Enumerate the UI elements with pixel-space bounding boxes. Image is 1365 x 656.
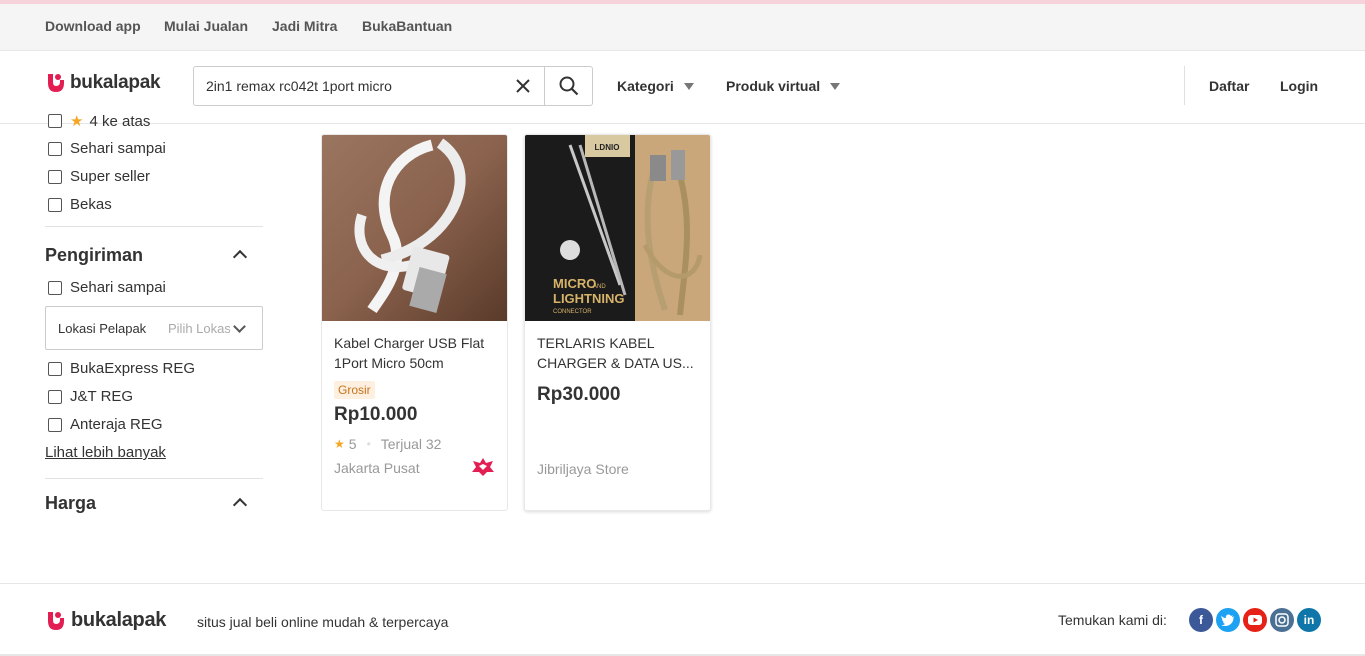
package-label-micro: MICRO xyxy=(553,276,596,291)
filter-bekas[interactable]: Bekas xyxy=(48,196,112,213)
bukalapak-logo-icon xyxy=(48,611,64,630)
filter-bukaexpress-reg[interactable]: BukaExpress REG xyxy=(48,360,195,377)
see-more-link[interactable]: Lihat lebih banyak xyxy=(45,444,166,461)
product-image[interactable] xyxy=(322,135,507,321)
store-name: Jibriljaya Store xyxy=(537,461,629,477)
product-image[interactable]: LDNIO MICRO AND LIGHTNING CONNECTOR xyxy=(525,135,710,321)
package-label-connector: CONNECTOR xyxy=(553,309,592,315)
caret-down-icon xyxy=(830,82,841,90)
download-app-link[interactable]: Download app xyxy=(45,18,141,34)
product-name[interactable]: Kabel Charger USB Flat 1Port Micro 50cm xyxy=(334,333,496,373)
section-divider xyxy=(45,478,263,479)
separator-dot: • xyxy=(366,437,371,451)
checkbox[interactable] xyxy=(48,389,62,404)
chevron-up-icon[interactable] xyxy=(232,249,248,265)
package-brand-text: LDNIO xyxy=(595,143,620,152)
bukabantuan-link[interactable]: BukaBantuan xyxy=(362,18,452,34)
header-divider xyxy=(1184,66,1185,105)
filter-pengiriman-sehari-sampai[interactable]: Sehari sampai xyxy=(48,279,166,296)
pengiriman-section-title: Pengiriman xyxy=(45,245,144,265)
section-divider xyxy=(45,226,263,227)
footer-bukalapak-logo[interactable]: bukalapak xyxy=(45,609,166,632)
location-select[interactable]: Lokasi Pelapak Pilih Lokasi xyxy=(45,306,263,350)
checkbox[interactable] xyxy=(48,114,62,128)
twitter-icon[interactable] xyxy=(1216,608,1240,632)
youtube-icon[interactable] xyxy=(1243,608,1267,632)
package-label-lightning: LIGHTNING xyxy=(553,291,625,306)
super-seller-badge-icon xyxy=(472,458,494,476)
grosir-badge: Grosir xyxy=(334,381,375,399)
search-icon xyxy=(559,76,578,96)
checkbox[interactable] xyxy=(48,197,62,212)
product-card[interactable]: Kabel Charger USB Flat 1Port Micro 50cm … xyxy=(321,134,508,511)
star-icon: ★ xyxy=(70,113,84,130)
filter-super-seller[interactable]: Super seller xyxy=(48,168,150,185)
bukalapak-logo[interactable]: bukalapak xyxy=(45,72,161,94)
product-rating: ★ 5 • Terjual 32 xyxy=(334,436,442,452)
caret-down-icon xyxy=(683,82,694,90)
daftar-link[interactable]: Daftar xyxy=(1209,78,1249,94)
filter-jnt-reg[interactable]: J&T REG xyxy=(48,388,133,405)
close-icon xyxy=(516,79,530,93)
mulai-jualan-link[interactable]: Mulai Jualan xyxy=(164,18,248,34)
product-card[interactable]: LDNIO MICRO AND LIGHTNING CONNECTOR TERL… xyxy=(524,134,711,511)
filter-sehari-sampai[interactable]: Sehari sampai xyxy=(48,140,166,157)
header: bukalapak Kategori Produk virtual Daftar… xyxy=(0,51,1365,124)
produk-virtual-dropdown[interactable]: Produk virtual xyxy=(726,78,841,94)
location-placeholder: Pilih Lokasi xyxy=(168,320,230,336)
product-name[interactable]: TERLARIS KABEL CHARGER & DATA US... xyxy=(537,333,699,373)
filter-rating-4-up[interactable]: ★ 4 ke atas xyxy=(48,112,150,130)
kategori-dropdown[interactable]: Kategori xyxy=(617,78,694,94)
product-price: Rp30.000 xyxy=(537,384,621,405)
footer: bukalapak situs jual beli online mudah &… xyxy=(0,583,1365,656)
clear-search-button[interactable] xyxy=(502,67,544,105)
search-bar xyxy=(193,66,593,106)
product-price: Rp10.000 xyxy=(334,404,418,425)
find-us-label: Temukan kami di: xyxy=(1058,612,1167,628)
chevron-down-icon xyxy=(233,320,246,333)
bukalapak-logo-icon xyxy=(48,74,64,92)
harga-section-title: Harga xyxy=(45,493,97,513)
footer-tagline: situs jual beli online mudah & terpercay… xyxy=(197,614,449,630)
top-bar: Download app Mulai Jualan Jadi Mitra Buk… xyxy=(0,4,1365,51)
checkbox[interactable] xyxy=(48,169,62,184)
location-label: Lokasi Pelapak xyxy=(58,320,147,336)
package-label-and: AND xyxy=(593,284,606,290)
checkbox[interactable] xyxy=(48,280,62,295)
login-link[interactable]: Login xyxy=(1280,78,1318,94)
search-button[interactable] xyxy=(544,67,592,105)
linkedin-icon[interactable]: in xyxy=(1297,608,1321,632)
checkbox[interactable] xyxy=(48,417,62,432)
search-input[interactable] xyxy=(194,67,502,105)
checkbox[interactable] xyxy=(48,141,62,156)
checkbox[interactable] xyxy=(48,361,62,376)
jadi-mitra-link[interactable]: Jadi Mitra xyxy=(272,18,337,34)
product-location: Jakarta Pusat xyxy=(334,460,420,476)
star-icon: ★ xyxy=(334,437,345,451)
instagram-icon[interactable] xyxy=(1270,608,1294,632)
facebook-icon[interactable]: f xyxy=(1189,608,1213,632)
filter-anteraja-reg[interactable]: Anteraja REG xyxy=(48,416,163,433)
chevron-up-icon[interactable] xyxy=(232,497,248,513)
